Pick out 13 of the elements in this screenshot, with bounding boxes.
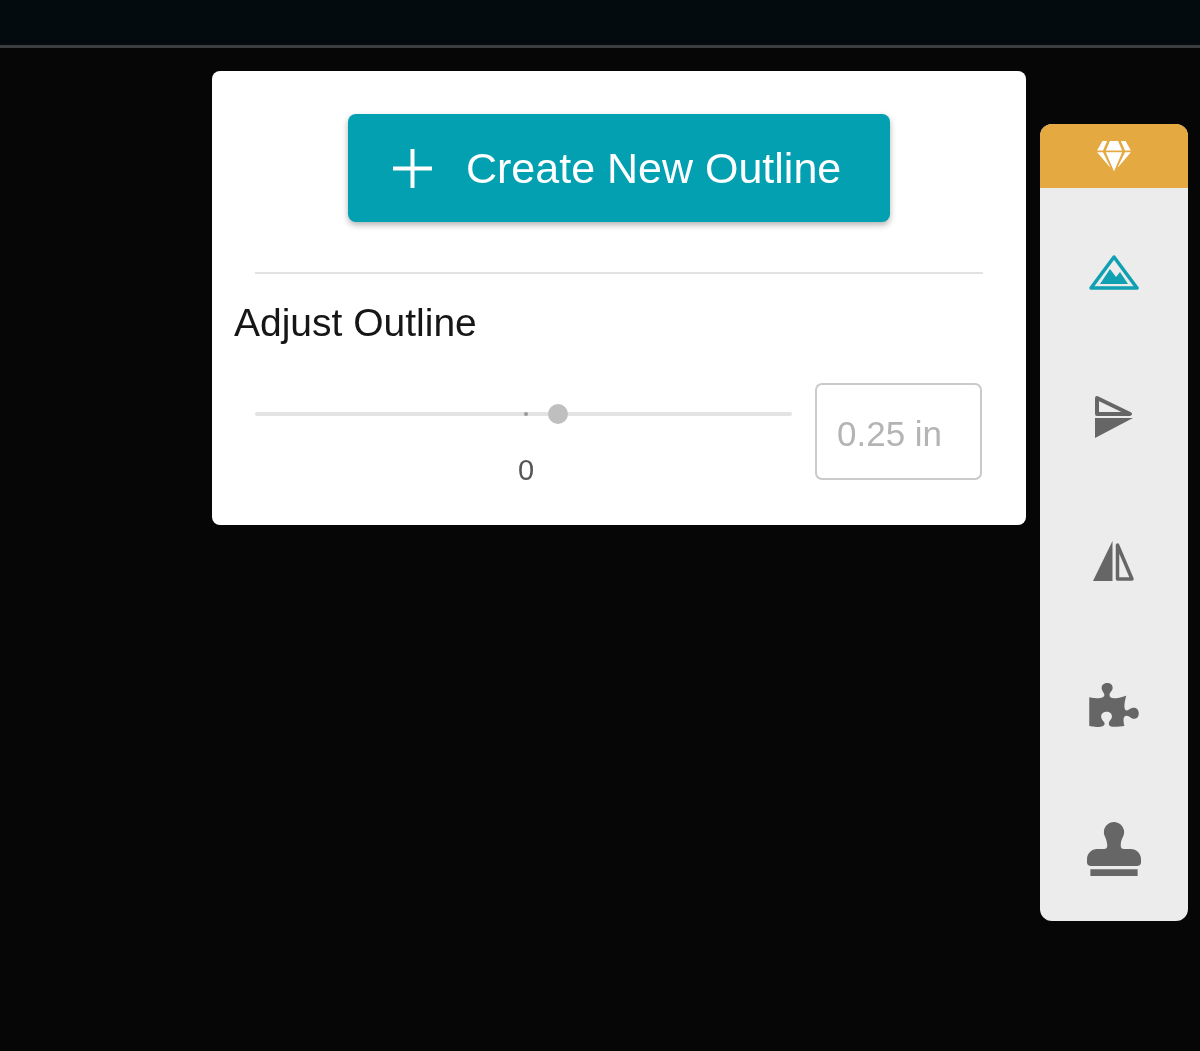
slider-thumb[interactable] [547,404,568,424]
flip-horizontal-icon [1093,541,1135,581]
flip-vertical-icon [1094,395,1134,439]
puzzle-piece-icon [1089,683,1139,727]
mountain-icon [1089,255,1139,291]
outline-slider[interactable] [255,404,792,424]
section-title: Adjust Outline [234,300,478,346]
create-outline-button[interactable]: Create New Outline [348,114,890,222]
stamp-icon [1087,822,1141,876]
slider-mark-label: 0 [518,454,535,486]
outline-size-field[interactable]: 0.25 in [815,383,982,480]
diamond-icon [1097,141,1131,171]
plus-icon [393,148,432,188]
